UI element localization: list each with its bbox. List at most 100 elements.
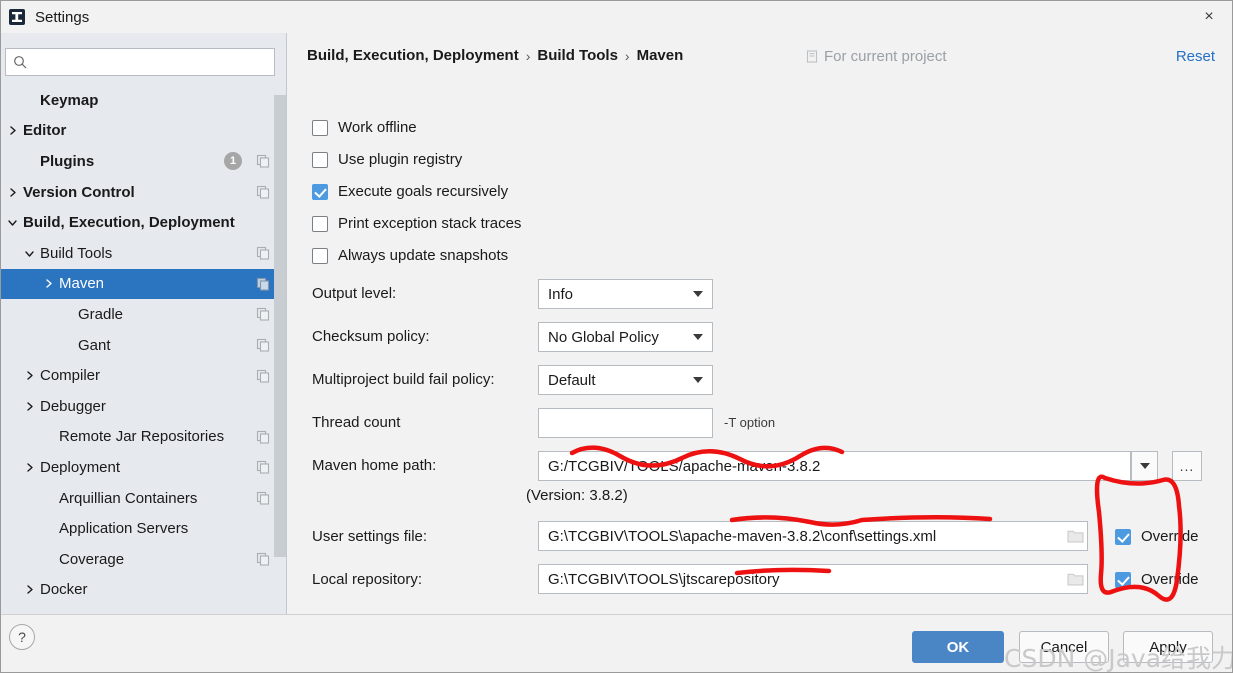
- output-level-select[interactable]: Info: [538, 279, 713, 309]
- sidebar-item-maven[interactable]: Maven: [1, 268, 286, 300]
- breadcrumb-item[interactable]: Build, Execution, Deployment: [307, 47, 519, 64]
- checksum-policy-value: No Global Policy: [548, 328, 659, 346]
- apply-button[interactable]: Apply: [1123, 631, 1213, 663]
- breadcrumb-item[interactable]: Build Tools: [537, 47, 618, 64]
- checkbox[interactable]: [312, 119, 328, 136]
- breadcrumb-item[interactable]: Maven: [637, 47, 684, 64]
- checksum-policy-select[interactable]: No Global Policy: [538, 322, 713, 352]
- local-repository-input[interactable]: G:\TCGBIV\TOOLS\jtscarepository: [538, 564, 1088, 594]
- reset-link[interactable]: Reset: [1176, 48, 1215, 65]
- copy-settings-icon[interactable]: [256, 338, 270, 352]
- copy-settings-icon[interactable]: [256, 552, 270, 566]
- copy-settings-icon[interactable]: [256, 246, 270, 260]
- ok-button[interactable]: OK: [912, 631, 1004, 663]
- sidebar-item-gant[interactable]: Gant: [1, 330, 286, 361]
- chevron-down-icon: [693, 377, 703, 383]
- maven-home-browse-button[interactable]: ...: [1172, 451, 1202, 481]
- option-work-offline[interactable]: Work offline: [312, 119, 417, 136]
- local-repository-override[interactable]: Override: [1115, 571, 1199, 588]
- sidebar-item-docker[interactable]: Docker: [1, 575, 286, 606]
- checkbox-label: Work offline: [338, 119, 417, 136]
- copy-settings-icon[interactable]: [256, 491, 270, 505]
- fail-policy-select[interactable]: Default: [538, 365, 713, 395]
- sidebar-item-label: Keymap: [40, 91, 99, 109]
- chevron-right-icon[interactable]: [23, 400, 36, 413]
- copy-settings-icon[interactable]: [256, 185, 270, 199]
- output-level-label: Output level:: [312, 285, 397, 302]
- copy-settings-icon[interactable]: [256, 369, 270, 383]
- maven-home-dropdown-button[interactable]: [1131, 451, 1158, 481]
- sidebar-item-gradle[interactable]: Gradle: [1, 299, 286, 330]
- option-execute-goals-recursively[interactable]: Execute goals recursively: [312, 183, 508, 200]
- user-settings-input[interactable]: G:\TCGBIV\TOOLS\apache-maven-3.8.2\conf\…: [538, 521, 1088, 551]
- sidebar-item-label: Application Servers: [59, 520, 189, 538]
- settings-sidebar: Keymap Editor Plugins 1 Version Control Build…: [1, 33, 287, 614]
- maven-home-label: Maven home path:: [312, 457, 437, 474]
- sidebar-item-compiler[interactable]: Compiler: [1, 360, 286, 391]
- checkbox-label: Always update snapshots: [338, 247, 509, 264]
- chevron-right-icon[interactable]: [23, 369, 36, 382]
- folder-browse-icon[interactable]: [1067, 571, 1084, 586]
- user-settings-override-checkbox[interactable]: [1115, 528, 1131, 545]
- local-repository-row: Local repository:: [312, 571, 422, 588]
- cancel-button[interactable]: Cancel: [1019, 631, 1109, 663]
- chevron-down-icon[interactable]: [23, 247, 36, 260]
- local-repository-override-label: Override: [1141, 571, 1199, 588]
- checkbox[interactable]: [312, 151, 328, 168]
- user-settings-override[interactable]: Override: [1115, 528, 1199, 545]
- checkbox[interactable]: [312, 215, 328, 232]
- copy-settings-icon[interactable]: [256, 307, 270, 322]
- close-icon[interactable]: ×: [1186, 1, 1232, 33]
- chevron-right-icon[interactable]: [6, 186, 19, 199]
- sidebar-item-build-tools[interactable]: Build Tools: [1, 238, 286, 269]
- chevron-right-icon[interactable]: [6, 124, 19, 137]
- sidebar-item-keymap[interactable]: Keymap: [1, 85, 286, 116]
- folder-browse-icon[interactable]: [1067, 528, 1084, 543]
- copy-settings-icon[interactable]: [256, 277, 270, 291]
- checkbox[interactable]: [312, 183, 328, 200]
- option-use-plugin-registry[interactable]: Use plugin registry: [312, 151, 462, 168]
- sidebar-item-arquillian-containers[interactable]: Arquillian Containers: [1, 483, 286, 514]
- chevron-right-icon[interactable]: [23, 583, 36, 596]
- sidebar-item-label: Gant: [78, 336, 111, 354]
- thread-count-label: Thread count: [312, 414, 401, 431]
- option-print-exception-stack-traces[interactable]: Print exception stack traces: [312, 215, 521, 232]
- local-repository-override-checkbox[interactable]: [1115, 571, 1131, 588]
- sidebar-item-editor[interactable]: Editor: [1, 116, 286, 147]
- sidebar-scrollbar[interactable]: [274, 95, 286, 557]
- copy-settings-icon[interactable]: [256, 460, 270, 474]
- sidebar-item-remote-jar-repositories[interactable]: Remote Jar Repositories: [1, 422, 286, 453]
- sidebar-item-plugins[interactable]: Plugins 1: [1, 146, 286, 177]
- search-input[interactable]: [27, 50, 274, 74]
- maven-version-note: (Version: 3.8.2): [526, 487, 628, 504]
- search-box[interactable]: [5, 48, 275, 76]
- checksum-policy-label: Checksum policy:: [312, 328, 430, 345]
- maven-home-input[interactable]: G:/TCGBIV/TOOLS/apache-maven-3.8.2: [538, 451, 1131, 481]
- thread-count-hint: -T option: [724, 415, 776, 430]
- sidebar-item-build-execution-deployment[interactable]: Build, Execution, Deployment: [1, 207, 286, 238]
- sidebar-item-debugger[interactable]: Debugger: [1, 391, 286, 422]
- sidebar-item-deployment[interactable]: Deployment: [1, 452, 286, 483]
- chevron-down-icon[interactable]: [6, 216, 19, 229]
- copy-settings-icon[interactable]: [256, 154, 270, 169]
- window-title: Settings: [35, 8, 90, 26]
- user-settings-row: User settings file:: [312, 528, 427, 545]
- thread-count-input[interactable]: [538, 408, 713, 438]
- copy-settings-icon[interactable]: [256, 430, 270, 444]
- sidebar-item-label: Build Tools: [40, 244, 113, 262]
- chevron-right-icon[interactable]: [23, 461, 36, 474]
- checkbox[interactable]: [312, 247, 328, 264]
- title-bar: Settings ×: [1, 1, 1232, 33]
- plugins-update-badge: 1: [224, 152, 242, 171]
- option-always-update-snapshots[interactable]: Always update snapshots: [312, 247, 508, 264]
- breadcrumb-separator: ›: [624, 47, 630, 64]
- sidebar-item-coverage[interactable]: Coverage: [1, 544, 286, 575]
- sidebar-item-application-servers[interactable]: Application Servers: [1, 513, 286, 544]
- chevron-right-icon[interactable]: [42, 277, 55, 290]
- checkbox-label: Execute goals recursively: [338, 183, 509, 200]
- help-icon[interactable]: ?: [9, 624, 35, 650]
- sidebar-item-version-control[interactable]: Version Control: [1, 177, 286, 208]
- settings-tree: Keymap Editor Plugins 1 Version Control Build…: [1, 85, 286, 614]
